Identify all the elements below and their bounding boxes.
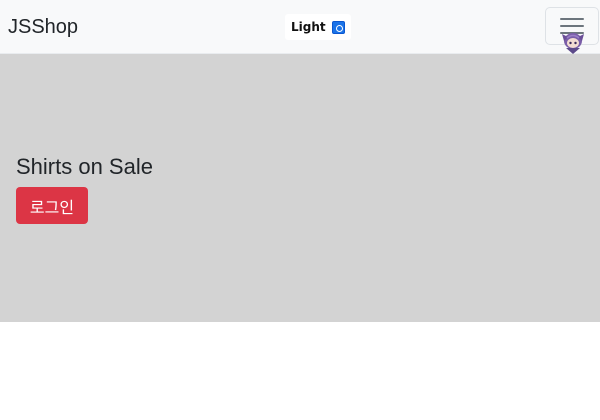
navbar: JSShop Light — [0, 0, 600, 54]
hamburger-menu-icon — [560, 18, 584, 20]
hero-banner: Shirts on Sale 로그인 — [0, 54, 600, 322]
brand-link[interactable]: JSShop — [8, 13, 78, 41]
hamburger-bar-middle — [560, 25, 584, 27]
checkbox-icon[interactable] — [331, 20, 345, 34]
theme-toggle-label: Light — [291, 20, 326, 34]
theme-toggle[interactable]: Light — [285, 14, 351, 40]
hero-title: Shirts on Sale — [16, 154, 153, 179]
login-button[interactable]: 로그인 — [16, 187, 88, 224]
mascot-character-icon — [562, 33, 584, 54]
